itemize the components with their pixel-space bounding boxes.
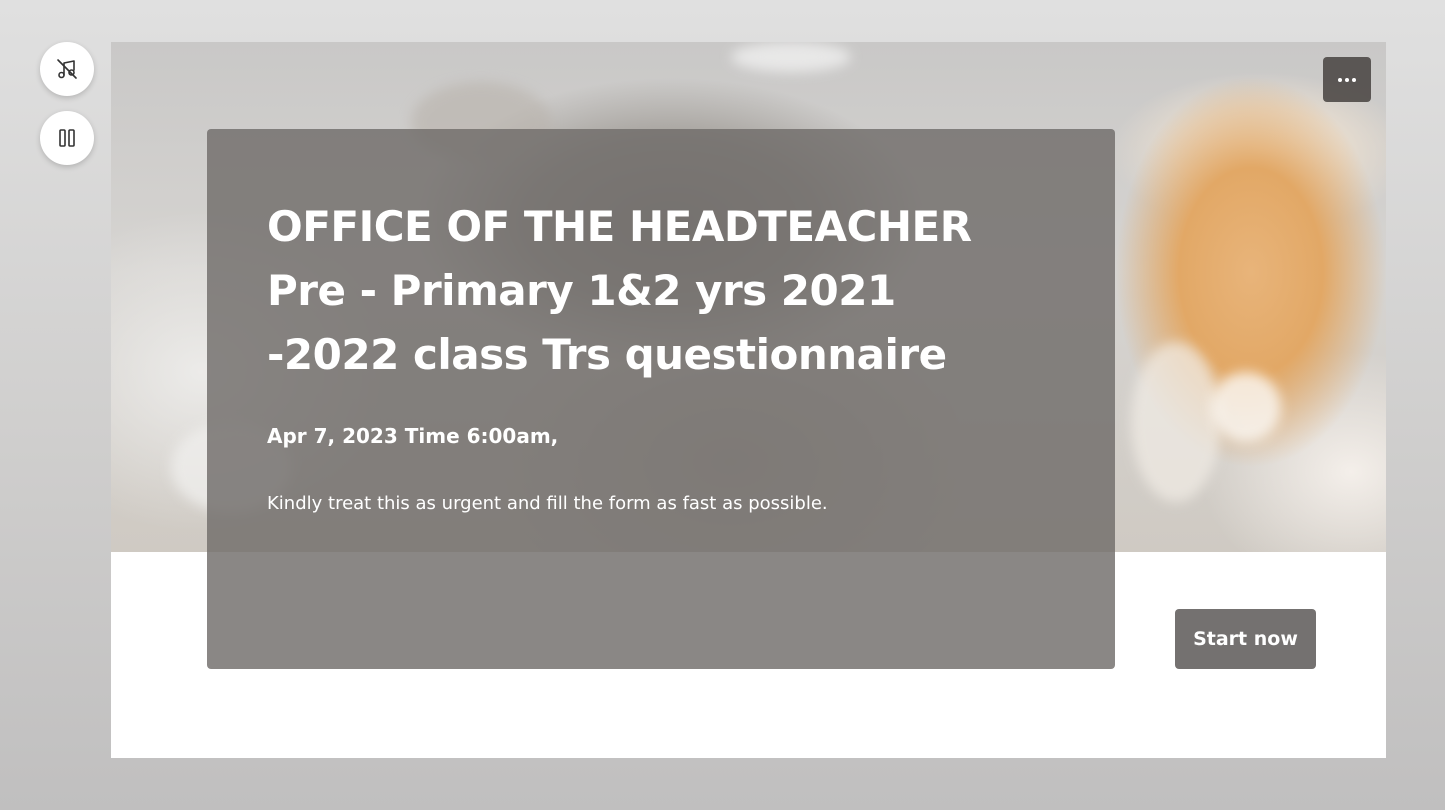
pause-button[interactable] (40, 111, 94, 165)
music-toggle-button[interactable] (40, 42, 94, 96)
pause-icon (59, 129, 75, 147)
form-date: Apr 7, 2023 Time 6:00am, (267, 424, 559, 448)
start-now-button[interactable]: Start now (1175, 609, 1316, 669)
form-cover-card: OFFICE OF THE HEADTEACHER Pre - Primary … (111, 42, 1386, 758)
more-options-button[interactable] (1323, 57, 1371, 102)
more-horizontal-icon (1338, 77, 1356, 82)
music-off-icon (57, 59, 77, 79)
form-title: OFFICE OF THE HEADTEACHER Pre - Primary … (267, 202, 972, 379)
form-info-panel: OFFICE OF THE HEADTEACHER Pre - Primary … (207, 129, 1115, 669)
form-description: Kindly treat this as urgent and fill the… (267, 493, 828, 514)
